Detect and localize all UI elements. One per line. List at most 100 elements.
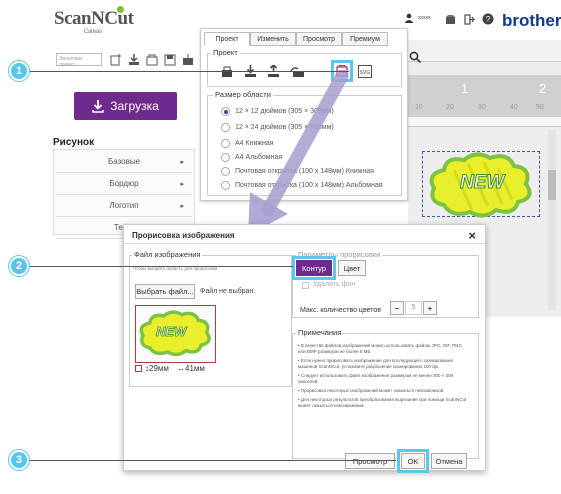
dialog-title: Прорисовка изображения <box>124 225 485 244</box>
tab-premium[interactable]: Премиум <box>342 32 388 46</box>
tab-view[interactable]: Просмотр <box>296 32 342 46</box>
height-text: 29мм <box>149 364 169 373</box>
choose-file-button[interactable]: Выбрать файл... <box>135 284 195 299</box>
tab-label: Проект <box>215 35 239 43</box>
category-logo[interactable]: Логотип ▸ <box>56 195 192 217</box>
category-label: Бордюр <box>109 179 139 188</box>
search-icon[interactable] <box>406 48 424 66</box>
category-basic[interactable]: Базовые ▸ <box>56 151 192 173</box>
note-text: Если нужно прорисовать изображение для п… <box>298 358 453 369</box>
callout-line <box>20 71 349 72</box>
svg-icon[interactable]: SVG <box>356 62 374 80</box>
ruler-label: 30 <box>478 104 486 111</box>
highlight-ok <box>397 449 429 473</box>
cancel-button[interactable]: Отмена <box>431 453 467 469</box>
note-item: • Для некоторых результатов преобразован… <box>298 397 467 408</box>
badge-icon <box>117 6 124 13</box>
user-icon <box>404 13 414 23</box>
image-preview: NEW <box>135 305 216 363</box>
step-marker: 2 <box>9 256 29 276</box>
width-value: ↔41мм <box>177 364 205 373</box>
height-value: ↕29мм <box>145 364 169 373</box>
scrollbar[interactable] <box>548 130 556 310</box>
tab-edit[interactable]: Изменить <box>250 32 296 46</box>
notes-legend: Примечания <box>296 328 344 337</box>
radio-icon <box>221 167 230 176</box>
tab-project[interactable]: Проект <box>204 32 250 46</box>
step-marker: 1 <box>9 61 29 81</box>
checkbox-icon[interactable] <box>302 282 309 289</box>
tab-label: Премиум <box>350 35 380 43</box>
section-title: Рисунок <box>53 137 95 148</box>
color-mode-button[interactable]: Цвет <box>338 260 366 276</box>
radio-icon <box>221 153 230 162</box>
step-marker: 3 <box>9 450 29 470</box>
trace-dialog: Прорисовка изображения × Файл изображени… <box>123 224 486 473</box>
chevron-right-icon: ▸ <box>180 180 184 188</box>
radio-icon <box>221 139 230 148</box>
callout-line <box>20 460 396 461</box>
category-label: Логотип <box>109 201 139 210</box>
tab-label: Просмотр <box>303 35 335 43</box>
logout-icon[interactable] <box>460 10 478 28</box>
note-item: • Если нужно прорисовать изображение для… <box>298 358 453 369</box>
remove-bg-label: Удалить фон <box>313 281 356 288</box>
ruler-label: 10 <box>415 104 423 111</box>
svg-text:?: ? <box>486 15 491 24</box>
callout-line <box>20 266 293 267</box>
close-icon[interactable]: × <box>468 228 476 243</box>
brand-logo: brother <box>502 11 561 30</box>
increment-button[interactable]: + <box>423 301 437 315</box>
width-text: 41мм <box>185 364 205 373</box>
ruler-label: 40 <box>510 104 518 111</box>
open-icon[interactable] <box>143 51 161 69</box>
save-mat-icon[interactable] <box>161 51 179 69</box>
note-item: • В качестве файлов изображений можно ис… <box>298 343 462 354</box>
download-icon[interactable] <box>125 51 143 69</box>
note-item: • Прорисовка некоторых изображений может… <box>298 388 445 393</box>
dialog-title-text: Прорисовка изображения <box>132 231 235 240</box>
ruler-label: 2 <box>539 81 547 96</box>
ruler-label: 50 <box>536 104 544 111</box>
project-legend: Проект <box>211 48 240 57</box>
ruler-label: 1 <box>461 81 469 96</box>
pointer-arrow <box>248 70 349 235</box>
highlight-outline <box>292 256 336 280</box>
preview-button[interactable]: Просмотр <box>345 453 395 469</box>
user-menu[interactable]: xxxxx <box>404 13 431 23</box>
note-text: Для некоторых результатов преобразования… <box>298 397 467 408</box>
note-item: • Следует использовать файл изображения … <box>298 373 454 384</box>
chevron-right-icon: ▸ <box>180 158 184 166</box>
project-title-input[interactable]: Заголовок проект <box>56 53 102 68</box>
save-icon[interactable] <box>441 10 459 28</box>
new-project-icon[interactable] <box>107 51 125 69</box>
tab-label: Изменить <box>257 35 289 43</box>
artwork-text: NEW <box>459 172 505 194</box>
note-text: Прорисовка некоторых изображений может о… <box>300 388 445 393</box>
no-file-label: Файл не выбран. <box>200 288 256 295</box>
ruler-label: 20 <box>446 104 454 111</box>
radio-icon <box>221 123 230 132</box>
note-text: Следует использовать файл изображения ра… <box>298 373 454 384</box>
note-text: В качестве файлов изображений можно испо… <box>298 343 462 354</box>
help-icon[interactable]: ? <box>479 10 497 28</box>
svg-text:SVG: SVG <box>360 70 371 76</box>
chevron-right-icon: ▸ <box>180 202 184 210</box>
checkbox-icon[interactable] <box>135 365 142 372</box>
radio-icon <box>221 107 230 116</box>
category-border[interactable]: Бордюр ▸ <box>56 173 192 195</box>
category-label: Базовые <box>107 157 141 166</box>
user-name: xxxxx <box>418 15 431 21</box>
notes-list: • В качестве файлов изображений можно ис… <box>298 343 476 409</box>
upload-button[interactable]: Загрузка <box>74 92 177 120</box>
download-icon <box>92 99 104 113</box>
cloud-artwork[interactable]: NEW <box>424 150 538 220</box>
file-legend: Файл изображения <box>132 250 203 259</box>
decrement-button[interactable]: − <box>390 301 404 315</box>
transfer-icon[interactable] <box>179 51 197 69</box>
max-colors-input[interactable]: 5 <box>405 301 422 315</box>
preview-artwork-text: NEW <box>156 324 187 340</box>
upload-label: Загрузка <box>110 99 159 113</box>
radio-icon <box>221 181 230 190</box>
max-colors-label: Макс. количество цветов <box>300 307 381 314</box>
